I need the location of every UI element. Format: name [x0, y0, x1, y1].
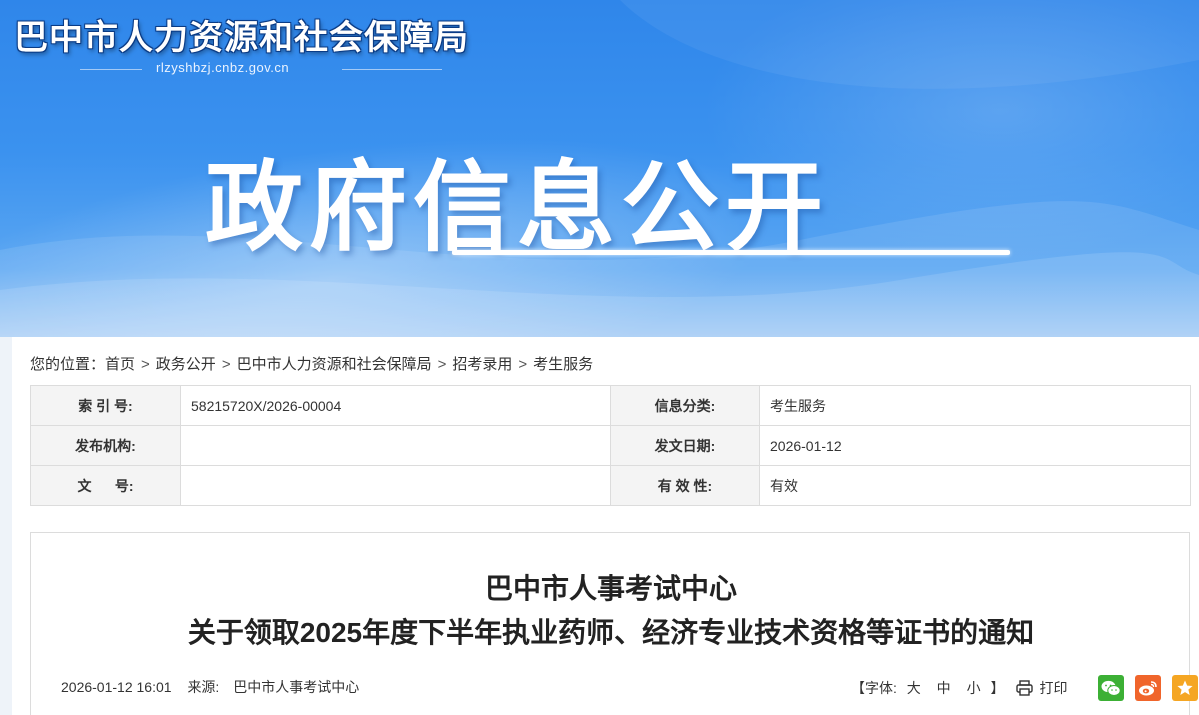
info-value-publisher	[180, 425, 611, 466]
print-label: 打印	[1039, 680, 1068, 696]
font-size-small-button[interactable]: 小	[967, 680, 981, 696]
star-icon	[1177, 680, 1194, 695]
info-label-issue-date: 发文日期:	[610, 425, 760, 466]
print-button[interactable]: 打印	[1016, 678, 1067, 698]
breadcrumb-separator: >	[141, 356, 150, 373]
font-size-switcher: 【字体: 大 中 小 】	[851, 678, 1004, 698]
info-label-publisher: 发布机构:	[30, 425, 181, 466]
breadcrumb-item-home[interactable]: 首页	[105, 356, 135, 373]
article-panel: 巴中市人事考试中心 关于领取2025年度下半年执业药师、经济专业技术资格等证书的…	[30, 532, 1199, 715]
share-bar	[1087, 675, 1199, 701]
article-tools: 【字体: 大 中 小 】 打印	[851, 675, 1199, 701]
font-size-medium-button[interactable]: 中	[937, 680, 951, 696]
article-title-line1: 巴中市人事考试中心	[484, 573, 737, 604]
domain-divider	[342, 69, 442, 70]
info-value-validity: 有效	[759, 465, 1191, 506]
domain-divider	[80, 69, 142, 70]
breadcrumb-separator: >	[518, 356, 528, 373]
info-label-validity: 有 效 性:	[610, 465, 760, 506]
article-source: 巴中市人事考试中心	[233, 679, 360, 695]
info-label-category: 信息分类:	[610, 385, 760, 426]
article-title-line2: 关于领取2025年度下半年执业药师、经济专业技术资格等证书的通知	[187, 617, 1035, 648]
weibo-share-button[interactable]	[1135, 675, 1162, 701]
info-value-doc-number	[180, 465, 611, 506]
header-banner: 巴中市人力资源和社会保障局 rlzyshbzj.cnbz.gov.cn 政府信息…	[0, 0, 1199, 337]
wechat-icon	[1101, 680, 1122, 696]
info-value-issue-date: 2026-01-12	[759, 425, 1191, 466]
content-panel: 您的位置：首页 > 政务公开 > 巴中市人力资源和社会保障局 > 招考录用 > 考生服务 索 引…	[12, 337, 1199, 715]
breadcrumb-prefix: 您的位置：	[30, 356, 106, 373]
breadcrumb-separator: >	[437, 356, 447, 373]
breadcrumb-item-gov-affairs[interactable]: 政务公开	[156, 356, 216, 373]
breadcrumb-separator: >	[221, 356, 231, 373]
info-value-category: 考生服务	[759, 385, 1191, 426]
info-label-index-number: 索 引 号:	[30, 385, 181, 426]
article-meta: 2026-01-12 16:01 来源: 巴中市人事考试中心	[61, 677, 359, 697]
site-domain: rlzyshbzj.cnbz.gov.cn	[156, 60, 290, 75]
font-size-label: 【字体:	[851, 680, 897, 696]
breadcrumb-item-bureau[interactable]: 巴中市人力资源和社会保障局	[237, 356, 432, 373]
print-icon	[1016, 680, 1034, 696]
table-row: 索 引 号: 58215720X/2026-00004 信息分类: 考生服务	[30, 385, 1191, 426]
table-row: 文 号: 有 效 性: 有效	[30, 465, 1191, 506]
info-label-doc-number: 文 号:	[30, 465, 181, 506]
font-size-large-button[interactable]: 大	[907, 680, 921, 696]
breadcrumb-item-recruitment[interactable]: 招考录用	[452, 356, 512, 373]
breadcrumb: 您的位置：首页 > 政务公开 > 巴中市人力资源和社会保障局 > 招考录用 > 考生服务	[30, 353, 593, 374]
article-datetime: 2026-01-12 16:01	[61, 679, 172, 695]
favorite-button[interactable]	[1172, 675, 1199, 701]
page: 巴中市人力资源和社会保障局 rlzyshbzj.cnbz.gov.cn 政府信息…	[0, 0, 1199, 715]
banner-underline	[452, 250, 1010, 255]
info-table: 索 引 号: 58215720X/2026-00004 信息分类: 考生服务 发…	[30, 385, 1191, 506]
banner-title: 政府信息公开	[205, 151, 830, 265]
font-size-close-bracket: 】	[990, 680, 1005, 696]
info-value-index-number: 58215720X/2026-00004	[180, 385, 611, 426]
weibo-icon	[1139, 680, 1158, 695]
article-source-label: 来源:	[187, 679, 220, 695]
wechat-share-button[interactable]	[1098, 675, 1125, 701]
site-name[interactable]: 巴中市人力资源和社会保障局	[14, 10, 469, 59]
table-row: 发布机构: 发文日期: 2026-01-12	[30, 425, 1191, 466]
breadcrumb-item-candidate-service[interactable]: 考生服务	[533, 356, 593, 373]
